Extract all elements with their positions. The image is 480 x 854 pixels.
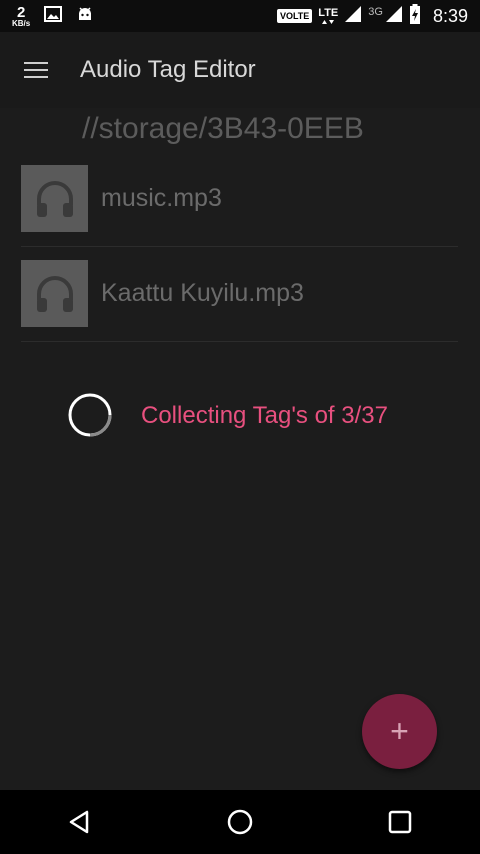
back-button[interactable] <box>50 792 110 852</box>
add-button[interactable]: + <box>362 694 437 769</box>
file-list-item[interactable]: Kaattu Kuyilu.mp3 <box>0 260 480 355</box>
clock: 8:39 <box>432 5 468 26</box>
status-bar: 2 KB/s VOLTE LTE 3G 8:39 <box>0 0 480 32</box>
back-icon <box>69 810 89 834</box>
headphones-icon <box>21 165 88 232</box>
volte-badge: VOLTE <box>276 9 313 23</box>
file-name: music.mp3 <box>101 184 222 212</box>
progress-spinner-icon <box>68 393 112 437</box>
plus-icon: + <box>390 713 409 749</box>
loading-indicator: Collecting Tag's of 3/37 <box>0 385 480 445</box>
lte-label: LTE <box>318 6 339 19</box>
home-icon <box>227 809 253 835</box>
network-speed-value: 2 <box>16 3 26 21</box>
signal-icon <box>344 5 362 28</box>
lte-indicator: LTE <box>318 6 339 25</box>
menu-button[interactable] <box>0 32 72 108</box>
battery-icon <box>409 3 421 29</box>
recents-icon <box>388 810 412 834</box>
divider <box>21 341 458 342</box>
navigation-bar <box>0 790 480 854</box>
divider <box>21 246 458 247</box>
network-speed: 2 KB/s <box>12 5 30 28</box>
app-title: Audio Tag Editor <box>80 56 256 83</box>
current-path: //storage/3B43-0EEB <box>82 112 364 145</box>
network-speed-unit: KB/s <box>12 18 31 28</box>
android-icon <box>76 5 94 28</box>
image-icon <box>44 5 63 27</box>
recents-button[interactable] <box>370 792 430 852</box>
home-button[interactable] <box>210 792 270 852</box>
headphones-icon <box>21 260 88 327</box>
file-name: Kaattu Kuyilu.mp3 <box>101 279 304 307</box>
hamburger-icon <box>24 57 48 83</box>
app-toolbar: Audio Tag Editor <box>0 32 480 108</box>
loading-text: Collecting Tag's of 3/37 <box>141 402 388 429</box>
file-list-item[interactable]: music.mp3 <box>0 165 480 260</box>
network-3g-label: 3G <box>368 6 383 18</box>
signal-icon <box>385 5 403 28</box>
